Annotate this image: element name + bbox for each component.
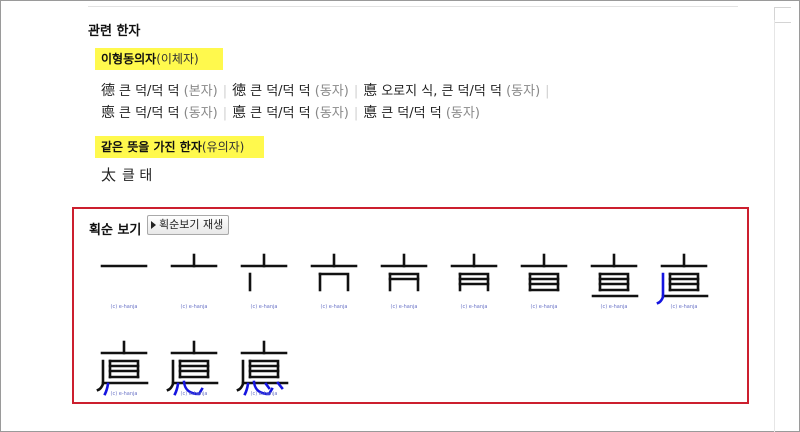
stroke-credit: (c) e-hanja: [460, 304, 488, 310]
stroke-path: [458, 272, 490, 292]
stroke-credit: (c) e-hanja: [600, 304, 628, 310]
variant-han: 悳: [232, 105, 247, 121]
stroke-step-2: (c) e-hanja: [166, 247, 222, 313]
stroke-step-glyph: [170, 253, 218, 268]
stroke-play-button[interactable]: 획순보기 재생: [147, 215, 230, 235]
stroke-step-3: (c) e-hanja: [236, 247, 292, 313]
separator: |: [353, 84, 359, 99]
variant-note: (본자): [183, 84, 218, 99]
stroke-order-title: 획순 보기: [89, 223, 142, 238]
synonym-entry[interactable]: 太클 태: [101, 164, 152, 185]
stroke-credit: (c) e-hanja: [670, 304, 698, 310]
variant-note: (동자): [314, 84, 349, 99]
stroke-credit: (c) e-hanja: [110, 304, 138, 310]
stroke-path: [166, 359, 175, 392]
stroke-step-glyph: [100, 264, 148, 268]
stroke-path: [108, 359, 140, 379]
variant-note: (동자): [506, 84, 541, 99]
play-icon: [151, 221, 156, 229]
section-title: 관련 한자: [88, 24, 141, 39]
separator: |: [222, 84, 228, 99]
top-divider: [88, 6, 738, 7]
variant-entry[interactable]: 㥁 큰 덕/덕 덕 (동자): [101, 102, 218, 122]
stroke-path: [528, 272, 560, 292]
stroke-credit: (c) e-hanja: [180, 391, 208, 397]
stroke-path: [248, 359, 280, 379]
variants-heading-paren: (이체자): [156, 52, 199, 66]
stroke-credit: (c) e-hanja: [390, 304, 418, 310]
stroke-credit: (c) e-hanja: [250, 304, 278, 310]
variant-reading: 큰 덕/덕 덕: [250, 106, 311, 121]
variant-han: 悳: [363, 105, 378, 121]
variants-heading: 이형동의자(이체자): [95, 48, 223, 70]
stroke-credit: (c) e-hanja: [180, 304, 208, 310]
variant-entry[interactable]: 悳 오로지 식, 큰 덕/덕 덕 (동자): [363, 80, 540, 100]
synonyms-heading: 같은 뜻을 가진 한자(유의자): [95, 136, 264, 158]
separator: |: [545, 84, 550, 99]
stroke-step-glyph: [240, 253, 288, 292]
scrollbar-stub[interactable]: [774, 7, 791, 23]
synonym-han: 太: [101, 166, 117, 184]
variants-row-1: 德큰 덕/덕 덕 (본자) | 徳 큰 덕/덕 덕 (동자) | 悳 오로지 식, 큰 덕/…: [101, 80, 555, 100]
variant-entry[interactable]: 悳큰 덕/덕 덕 (동자): [232, 102, 349, 122]
variant-reading: 오로지 식, 큰 덕/덕 덕: [381, 84, 502, 99]
stroke-step-glyph: [656, 253, 709, 305]
variant-note: (동자): [445, 106, 480, 121]
variant-han: 㥁: [101, 105, 115, 121]
stroke-step-4: (c) e-hanja: [306, 247, 362, 313]
stroke-step-10: (c) e-hanja: [96, 334, 152, 400]
stroke-step-6: (c) e-hanja: [446, 247, 502, 313]
stroke-credit: (c) e-hanja: [320, 304, 348, 310]
variant-han: 悳: [363, 83, 378, 99]
stroke-path: [656, 272, 665, 305]
variant-reading: 큰 덕/덕 덕: [250, 84, 311, 99]
stroke-credit: (c) e-hanja: [110, 391, 138, 397]
stroke-path: [598, 272, 630, 292]
stroke-play-label: 획순보기 재생: [159, 218, 224, 231]
stroke-step-glyph: [166, 340, 219, 396]
right-divider: [774, 20, 775, 432]
variants-heading-bold: 이형동의자: [101, 52, 157, 66]
stroke-step-glyph: [380, 253, 428, 292]
stroke-step-glyph: [310, 253, 358, 292]
stroke-path: [178, 359, 210, 379]
stroke-step-glyph: [96, 340, 149, 396]
stroke-order-panel: 획순 보기 획순보기 재생 (c) e-hanja (c) e-hanja (c) …: [72, 207, 749, 404]
stroke-credit: (c) e-hanja: [530, 304, 558, 310]
variant-reading: 큰 덕/덕 덕: [119, 84, 180, 99]
stroke-step-9: (c) e-hanja: [656, 247, 712, 313]
variant-han: 德: [101, 83, 115, 99]
stroke-path: [668, 272, 700, 292]
variant-note: (동자): [183, 106, 218, 121]
variant-han: 徳: [232, 83, 247, 99]
synonyms-heading-paren: (유의자): [201, 140, 245, 154]
variant-entry[interactable]: 徳큰 덕/덕 덕 (동자): [232, 80, 349, 100]
separator: |: [353, 106, 359, 121]
stroke-step-7: (c) e-hanja: [516, 247, 572, 313]
separator: |: [222, 106, 228, 121]
stroke-step-glyph: [450, 253, 498, 292]
variant-entry[interactable]: 悳큰 덕/덕 덕 (동자): [363, 102, 480, 122]
stroke-path: [236, 359, 245, 392]
stroke-path: [388, 272, 420, 292]
stroke-step-5: (c) e-hanja: [376, 247, 432, 313]
stroke-step-11: (c) e-hanja: [166, 334, 222, 400]
stroke-credit: (c) e-hanja: [250, 391, 278, 397]
variant-reading: 큰 덕/덕 덕: [381, 106, 442, 121]
synonym-reading: 클 태: [122, 168, 153, 184]
stroke-path: [318, 272, 350, 292]
stroke-step-glyph: [520, 253, 568, 292]
variant-note: (동자): [314, 106, 349, 121]
variant-entry[interactable]: 德 큰 덕/덕 덕 (본자): [101, 80, 218, 100]
stroke-path: [96, 359, 105, 392]
synonyms-heading-bold: 같은 뜻을 가진 한자: [101, 140, 202, 154]
stroke-step-12: (c) e-hanja: [236, 334, 292, 400]
stroke-step-glyph: [236, 340, 289, 396]
variant-reading: 큰 덕/덕 덕: [119, 106, 180, 121]
stroke-step-8: (c) e-hanja: [586, 247, 642, 313]
stroke-step-1: (c) e-hanja: [96, 247, 152, 313]
stroke-step-glyph: [590, 253, 639, 298]
variants-row-2: 㥁큰 덕/덕 덕 (동자) | 悳 큰 덕/덕 덕 (동자) | 悳 큰 덕/덕 덕 (동자…: [101, 102, 480, 122]
